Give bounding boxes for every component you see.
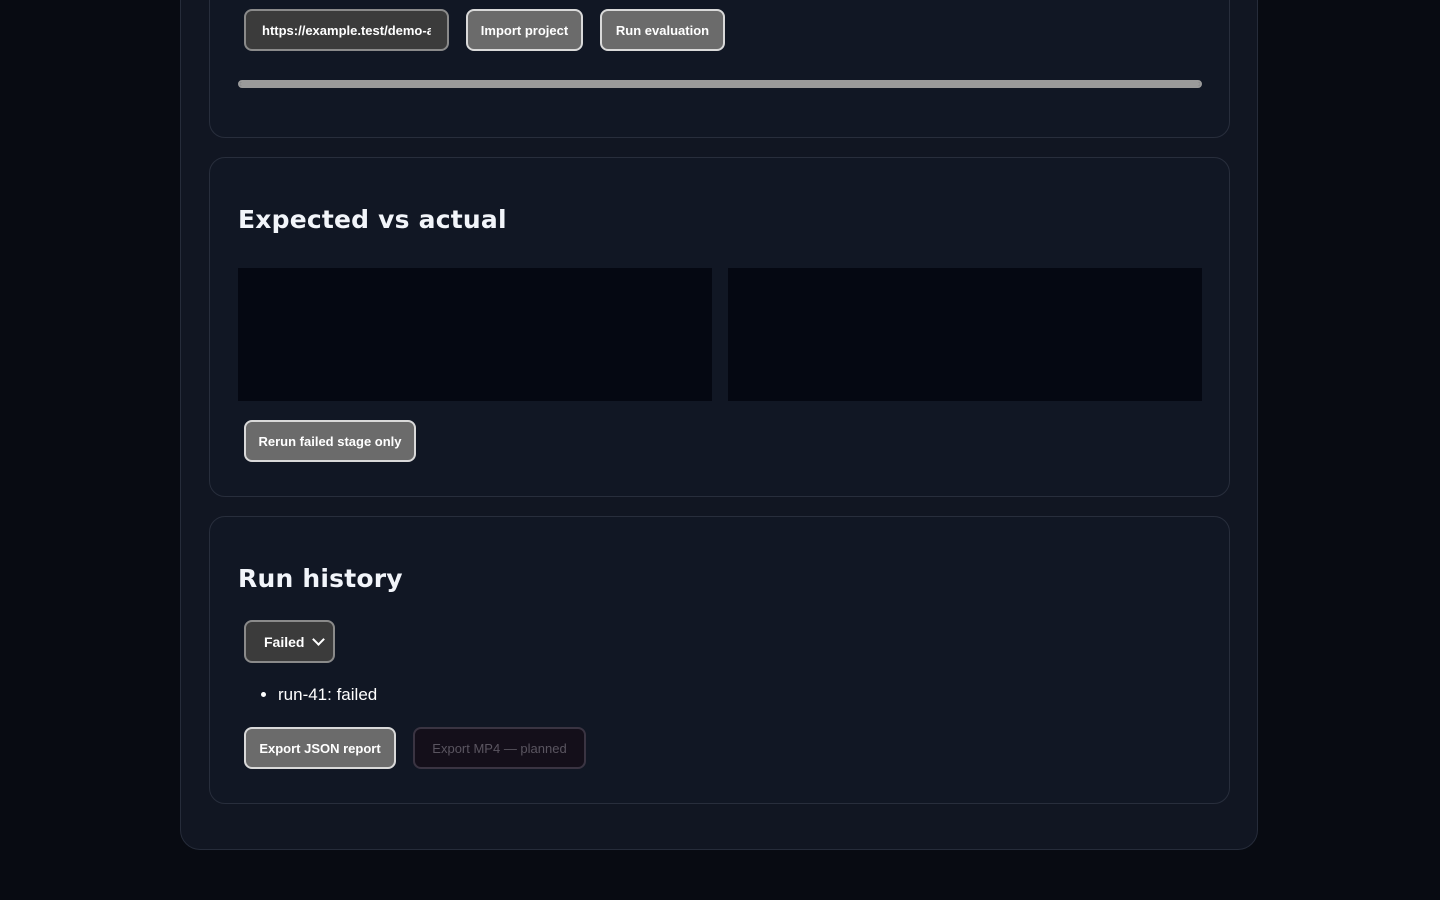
actual-panel [728, 268, 1202, 401]
expected-panel [238, 268, 712, 401]
project-url-input[interactable] [244, 9, 449, 51]
export-json-button[interactable]: Export JSON report [244, 727, 396, 769]
history-title: Run history [238, 564, 403, 593]
run-history-list: run-41: failed [238, 683, 377, 707]
rerun-failed-stage-button[interactable]: Rerun failed stage only [244, 420, 416, 462]
run-evaluation-button[interactable]: Run evaluation [600, 9, 725, 51]
list-item: run-41: failed [278, 683, 377, 707]
chevron-down-icon [312, 633, 325, 646]
progress-bar [238, 80, 1202, 88]
export-mp4-button: Export MP4 — planned [413, 727, 586, 769]
status-filter-value: Failed [264, 633, 305, 650]
status-filter-select[interactable]: Failed [244, 620, 335, 663]
compare-title: Expected vs actual [238, 205, 507, 234]
progress-bar-fill [240, 82, 1200, 86]
import-project-button[interactable]: Import project [466, 9, 583, 51]
